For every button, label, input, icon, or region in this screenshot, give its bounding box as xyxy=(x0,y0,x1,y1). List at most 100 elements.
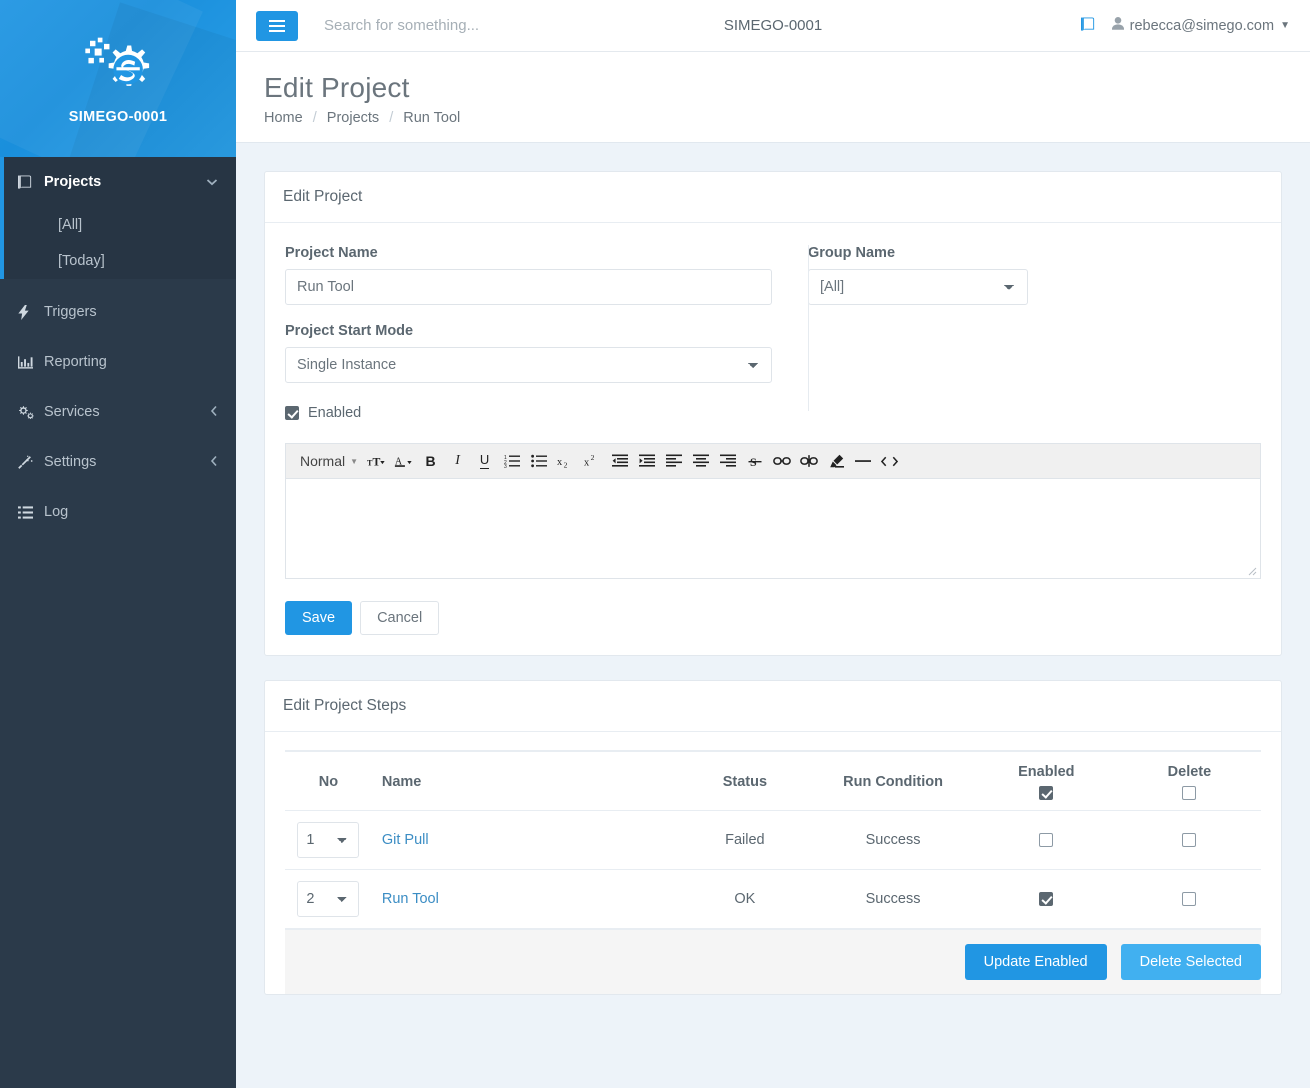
superscript-icon[interactable]: x2 xyxy=(580,450,605,472)
step-delete-checkbox[interactable] xyxy=(1182,892,1197,906)
breadcrumb-item-current: Run Tool xyxy=(403,110,461,126)
breadcrumb-item-home[interactable]: Home xyxy=(264,110,303,126)
sidebar-item-label: Reporting xyxy=(44,354,107,370)
step-no-cell: 1 xyxy=(285,810,372,870)
step-name-cell: Git Pull xyxy=(371,810,679,870)
sidebar-item-log[interactable]: Log xyxy=(0,487,236,537)
cancel-button[interactable]: Cancel xyxy=(360,601,440,635)
sidebar-subitem-all[interactable]: [All] xyxy=(0,207,236,243)
user-menu[interactable]: rebecca@simego.com ▼ xyxy=(1111,17,1290,34)
edit-project-panel-title: Edit Project xyxy=(265,172,1281,223)
step-enabled-wrap xyxy=(983,833,1110,847)
user-icon xyxy=(1111,17,1124,34)
step-delete-checkbox[interactable] xyxy=(1182,833,1197,847)
step-no-cell: 2 xyxy=(285,869,372,929)
steps-table-container: No Name Status Run Condition Enabled Del… xyxy=(265,732,1281,929)
breadcrumb-separator: / xyxy=(389,110,394,126)
align-center-icon[interactable] xyxy=(688,450,713,472)
bar-chart-icon xyxy=(18,355,44,369)
group-name-select[interactable]: [All] xyxy=(808,269,1028,305)
column-header-delete-label: Delete xyxy=(1167,764,1212,780)
step-order-select[interactable]: 1 xyxy=(297,822,360,858)
font-size-icon[interactable]: TT xyxy=(364,450,389,472)
clear-format-icon[interactable] xyxy=(823,450,848,472)
italic-icon[interactable]: I xyxy=(445,450,470,472)
book-icon[interactable] xyxy=(1080,16,1096,35)
project-name-label: Project Name xyxy=(285,245,378,261)
group-name-group: Group Name [All] xyxy=(808,245,1261,305)
bold-icon[interactable]: B xyxy=(418,450,443,472)
page-title: Edit Project xyxy=(264,72,410,103)
subscript-icon[interactable]: x2 xyxy=(553,450,578,472)
user-email: rebecca@simego.com xyxy=(1129,17,1275,34)
form-actions: Save Cancel xyxy=(285,601,1261,635)
enabled-checkbox-row[interactable]: Enabled xyxy=(285,405,772,421)
sidebar-item-settings[interactable]: Settings xyxy=(0,437,236,487)
format-dropdown[interactable]: Normal ▼ xyxy=(296,453,362,469)
outdent-icon[interactable] xyxy=(607,450,632,472)
column-header-status: Status xyxy=(678,750,812,811)
column-header-run-condition: Run Condition xyxy=(811,750,975,811)
ordered-list-icon[interactable]: 123 xyxy=(499,450,524,472)
column-header-no: No xyxy=(285,750,372,811)
select-all-enabled-checkbox[interactable] xyxy=(1039,786,1054,800)
strikethrough-icon[interactable]: S xyxy=(742,450,767,472)
sidebar-item-projects[interactable]: Projects xyxy=(0,157,236,207)
select-all-delete-checkbox[interactable] xyxy=(1182,786,1197,800)
link-icon[interactable] xyxy=(769,450,794,472)
sidebar-item-label: Settings xyxy=(44,454,97,470)
editor-content-area[interactable] xyxy=(285,479,1261,579)
sidebar-nav: Projects [All] [Today] Triggers Reportin… xyxy=(0,157,236,1088)
delete-selected-button[interactable]: Delete Selected xyxy=(1120,944,1261,980)
svg-text:2: 2 xyxy=(591,454,595,462)
breadcrumb-item-projects[interactable]: Projects xyxy=(327,110,379,126)
indent-icon[interactable] xyxy=(634,450,659,472)
step-enabled-checkbox[interactable] xyxy=(1039,892,1054,906)
bullet-list-icon[interactable] xyxy=(526,450,551,472)
project-name-input[interactable] xyxy=(285,269,772,305)
align-left-icon[interactable] xyxy=(661,450,686,472)
sidebar-item-services[interactable]: Services xyxy=(0,387,236,437)
hamburger-icon[interactable] xyxy=(256,10,298,41)
search-input[interactable] xyxy=(322,16,642,35)
table-row: 2 Run Tool OK Success xyxy=(285,869,1261,929)
brand-header: SIMEGO-0001 xyxy=(0,0,236,157)
sidebar-group-projects: Projects [All] [Today] xyxy=(0,157,236,279)
step-name-link[interactable]: Git Pull xyxy=(382,832,429,848)
editor-resize-handle[interactable] xyxy=(1248,567,1258,577)
update-enabled-button[interactable]: Update Enabled xyxy=(964,944,1107,980)
step-delete-cell xyxy=(1117,869,1261,929)
step-enabled-checkbox[interactable] xyxy=(1039,833,1054,847)
step-no-wrap: 2 xyxy=(293,881,364,917)
sidebar-subitem-label: [Today] xyxy=(58,253,105,269)
code-block-icon[interactable] xyxy=(877,450,902,472)
underline-icon[interactable]: U xyxy=(472,450,497,472)
step-order-select[interactable]: 2 xyxy=(297,881,360,917)
save-button[interactable]: Save xyxy=(285,601,353,635)
chevron-down-icon[interactable] xyxy=(206,175,218,189)
font-color-icon[interactable]: A xyxy=(391,450,416,472)
unlink-icon[interactable] xyxy=(796,450,821,472)
svg-text:T: T xyxy=(372,454,380,468)
svg-text:2: 2 xyxy=(564,460,568,468)
bolt-icon xyxy=(18,304,44,320)
step-run-condition-cell: Success xyxy=(811,810,975,870)
enabled-checkbox[interactable] xyxy=(285,406,299,420)
magic-wand-icon xyxy=(18,455,44,470)
select-all-enabled-wrap xyxy=(983,786,1110,800)
table-row: 1 Git Pull Failed Success xyxy=(285,810,1261,870)
horizontal-rule-icon[interactable] xyxy=(850,450,875,472)
form-column-right: Group Name [All] xyxy=(790,245,1261,421)
step-enabled-cell xyxy=(974,869,1118,929)
start-mode-select[interactable]: Single Instance xyxy=(285,347,772,383)
sidebar-item-reporting[interactable]: Reporting xyxy=(0,337,236,387)
step-name-link[interactable]: Run Tool xyxy=(382,891,439,907)
chevron-left-icon[interactable] xyxy=(210,455,218,470)
sidebar-subitem-today[interactable]: [Today] xyxy=(0,243,236,279)
chevron-left-icon[interactable] xyxy=(210,405,218,420)
sidebar-item-triggers[interactable]: Triggers xyxy=(0,287,236,337)
caret-down-icon: ▼ xyxy=(1280,20,1290,31)
steps-table-head: No Name Status Run Condition Enabled Del… xyxy=(285,750,1261,811)
step-no-wrap: 1 xyxy=(293,822,364,858)
align-right-icon[interactable] xyxy=(715,450,740,472)
